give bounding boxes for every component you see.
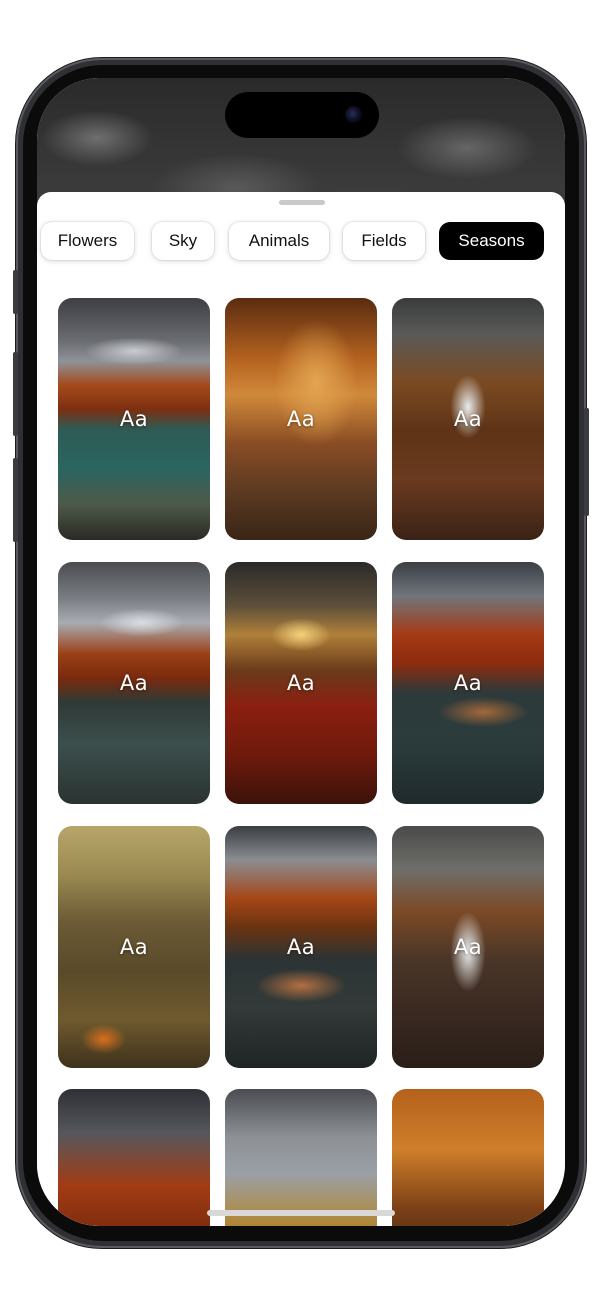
chip-animals[interactable]: Animals (229, 222, 329, 260)
chip-sky[interactable]: Sky (152, 222, 214, 260)
font-tile-4[interactable]: Aa (58, 562, 210, 804)
font-preview-label: Aa (453, 407, 483, 431)
chip-flowers[interactable]: Flowers (41, 222, 134, 260)
font-preview-label: Aa (286, 935, 316, 959)
volume-down-button (13, 458, 18, 542)
font-tile-10[interactable]: Aa (58, 1089, 210, 1226)
chip-label: Seasons (458, 231, 525, 250)
font-tile-2[interactable]: Aa (225, 298, 377, 540)
font-tile-1[interactable]: Aa (58, 298, 210, 540)
font-tile-7[interactable]: Aa (58, 826, 210, 1068)
power-button (584, 408, 589, 516)
font-tile-5[interactable]: Aa (225, 562, 377, 804)
font-preview-label: Aa (453, 935, 483, 959)
font-tile-8[interactable]: Aa (225, 826, 377, 1068)
font-tile-12[interactable]: Aa (392, 1089, 544, 1226)
sheet-grabber[interactable] (279, 200, 325, 205)
dynamic-island (225, 92, 379, 138)
font-tile-11[interactable]: Aa (225, 1089, 377, 1226)
screen: Flowers Sky Animals Fields Seasons Aa Aa… (37, 78, 565, 1226)
font-preview-label: Aa (119, 407, 149, 431)
font-tile-6[interactable]: Aa (392, 562, 544, 804)
font-preview-label: Aa (286, 671, 316, 695)
front-camera-icon (345, 106, 362, 123)
chip-fields[interactable]: Fields (343, 222, 425, 260)
font-tile-9[interactable]: Aa (392, 826, 544, 1068)
chip-seasons[interactable]: Seasons (439, 222, 544, 260)
action-button (13, 270, 18, 314)
font-preview-label: Aa (453, 671, 483, 695)
font-picker-sheet: Flowers Sky Animals Fields Seasons Aa Aa… (37, 192, 565, 1226)
font-preview-label: Aa (119, 935, 149, 959)
font-preview-label: Aa (286, 407, 316, 431)
chip-label: Animals (248, 231, 310, 250)
chip-label: Flowers (57, 231, 118, 250)
category-chips: Flowers Sky Animals Fields Seasons (37, 222, 565, 262)
chip-label: Sky (168, 231, 198, 250)
font-preview-label: Aa (119, 671, 149, 695)
chip-label: Fields (361, 231, 407, 250)
home-indicator[interactable] (207, 1210, 395, 1216)
font-tile-3[interactable]: Aa (392, 298, 544, 540)
volume-up-button (13, 352, 18, 436)
